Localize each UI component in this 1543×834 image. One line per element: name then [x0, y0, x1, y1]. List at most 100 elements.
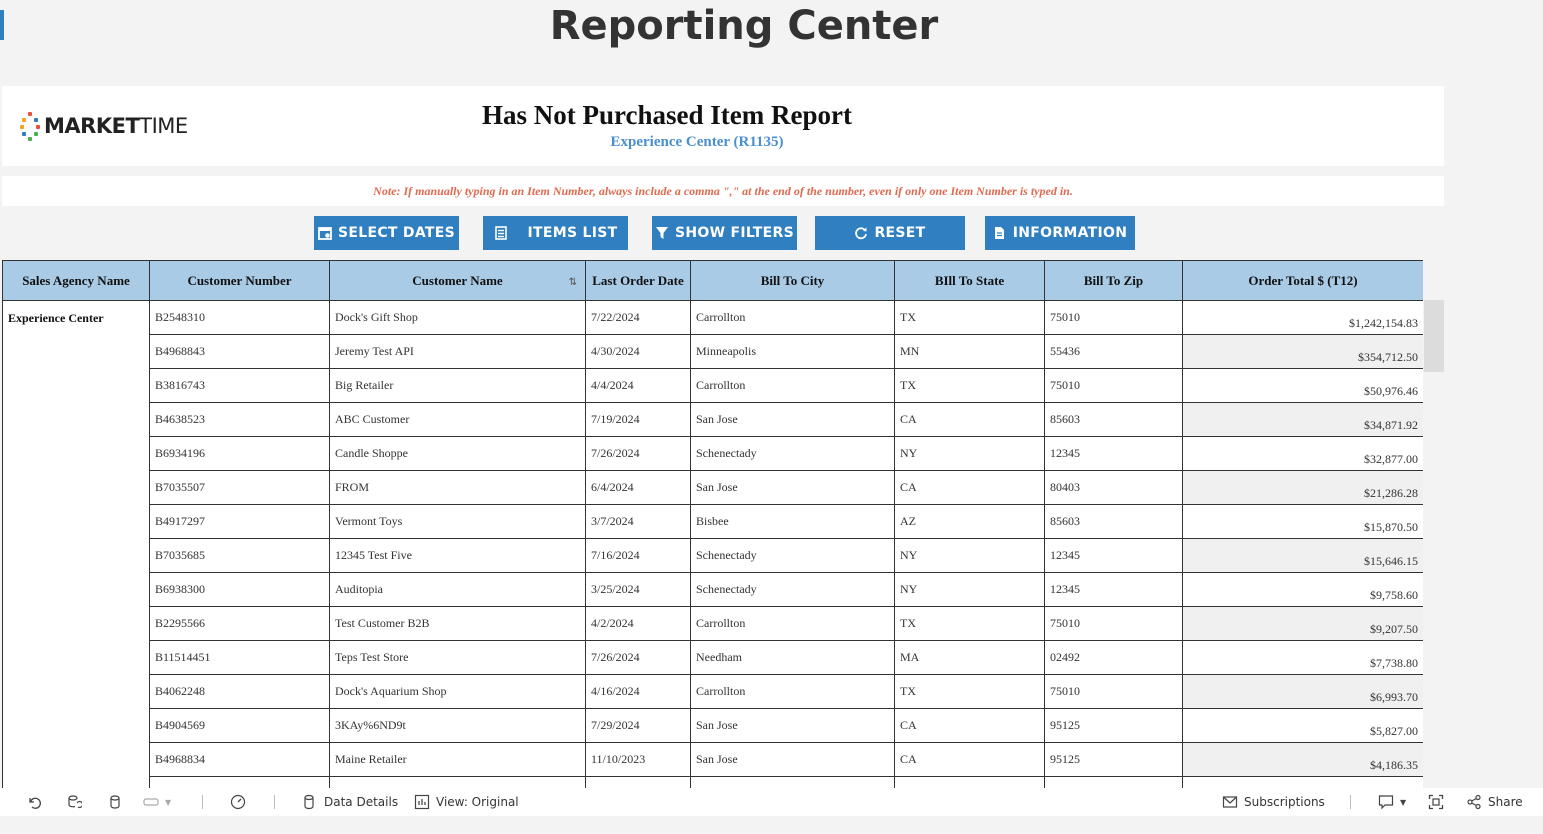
cell-bill-to-city: Carrollton [690, 300, 895, 335]
table-row: B6934196 Candle Shoppe 7/26/2024 Schenectad… [3, 436, 1423, 471]
cell-bill-to-zip: 12345 [1044, 436, 1183, 471]
header-bill-to-zip[interactable]: Bill To Zip [1044, 260, 1183, 301]
cell-order-total: $4,186.35 [1182, 742, 1423, 777]
cell-bill-to-state: CA [894, 708, 1045, 743]
cell-customer-number: B11514451 [149, 640, 330, 675]
refresh-data-button[interactable] [108, 794, 124, 810]
header-order-total[interactable]: Order Total $ (T12) [1182, 260, 1423, 301]
performance-button[interactable] [230, 794, 246, 810]
cell-bill-to-city: Needham [690, 640, 895, 675]
cell-bill-to-city: Carrollton [690, 368, 895, 403]
cell-last-order-date: 11/10/2023 [585, 742, 691, 777]
cell-bill-to-city: San Jose [690, 742, 895, 777]
items-list-button[interactable]: ITEMS LIST [483, 216, 628, 250]
cell-bill-to-state: MA [894, 640, 1045, 675]
cell-bill-to-state: NY [894, 572, 1045, 607]
cell-bill-to-city: Bisbee [690, 504, 895, 539]
cell-bill-to-city [690, 776, 895, 788]
cell-customer-name: ABC Customer [329, 402, 586, 437]
bottom-toolbar: ▼ Data Details View: Original Subscripti… [0, 788, 1543, 816]
cell-customer-name: Auditopia [329, 572, 586, 607]
cell-bill-to-city: Schenectady [690, 436, 895, 471]
report-table: Sales Agency Name Customer Number Custom… [2, 260, 1423, 788]
cell-order-total: $7,738.80 [1182, 640, 1423, 675]
table-row: B4968843 Jeremy Test API 4/30/2024 Minneapo… [3, 334, 1423, 369]
table-row: B4904569 3KAy%6ND9t 7/29/2024 San Jose CA 951… [3, 708, 1423, 743]
reset-button[interactable]: RESET [815, 216, 965, 250]
cell-order-total: $15,870.50 [1182, 504, 1423, 539]
header-sales-agency[interactable]: Sales Agency Name [2, 260, 150, 301]
cylinder-icon [304, 794, 314, 810]
cell-last-order-date: 6/4/2024 [585, 470, 691, 505]
cell-bill-to-zip: 80403 [1044, 470, 1183, 505]
undo-button[interactable] [26, 794, 42, 810]
cell-customer-name: FROM [329, 470, 586, 505]
header-customer-name[interactable]: Customer Name ⇅ [329, 260, 586, 301]
cell-sales-agency: Experience Center [2, 300, 150, 788]
comment-button[interactable]: ▼ [1378, 794, 1406, 810]
header-customer-number[interactable]: Customer Number [149, 260, 330, 301]
page-footer [0, 816, 1543, 834]
revert-button[interactable] [66, 794, 82, 810]
cell-order-total: $1,242,154.83 [1182, 300, 1423, 335]
cell-customer-name: Jeremy Test API [329, 334, 586, 369]
cell-customer-number: B2548310 [149, 300, 330, 335]
cell-bill-to-zip: 02492 [1044, 640, 1183, 675]
cell-customer-name: Candle Shoppe [329, 436, 586, 471]
information-button[interactable]: INFORMATION [985, 216, 1135, 250]
cell-bill-to-zip: 95125 [1044, 742, 1183, 777]
cell-bill-to-city: San Jose [690, 470, 895, 505]
table-row: B11514451 Teps Test Store 7/26/2024 Needham… [3, 640, 1423, 675]
revert-icon [68, 795, 82, 809]
cell-bill-to-state: NY [894, 436, 1045, 471]
fullscreen-icon [1428, 794, 1444, 810]
cell-bill-to-state: CA [894, 402, 1045, 437]
cell-last-order-date: 3/7/2024 [585, 504, 691, 539]
cell-customer-name [329, 776, 586, 788]
cell-order-total: $15,646.15 [1182, 538, 1423, 573]
cell-last-order-date: 7/22/2024 [585, 300, 691, 335]
cell-order-total [1182, 776, 1423, 788]
table-row: B4638523 ABC Customer 7/19/2024 San Jose CA 8… [3, 402, 1423, 437]
cell-last-order-date: 4/30/2024 [585, 334, 691, 369]
header-last-order-date[interactable]: Last Order Date [585, 260, 691, 301]
note-text: Note: If manually typing in an Item Numb… [2, 176, 1444, 206]
cell-last-order-date: 7/19/2024 [585, 402, 691, 437]
fullscreen-button[interactable] [1428, 794, 1444, 810]
show-filters-button[interactable]: SHOW FILTERS [652, 216, 797, 250]
view-original-button[interactable]: View: Original [414, 794, 519, 810]
divider [1350, 795, 1351, 809]
share-button[interactable]: Share [1466, 794, 1523, 810]
scrollbar-thumb[interactable] [1424, 300, 1444, 372]
cell-customer-name: 12345 Test Five [329, 538, 586, 573]
cell-bill-to-city: Minneapolis [690, 334, 895, 369]
refresh-icon [855, 227, 868, 240]
data-details-button[interactable]: Data Details [302, 794, 398, 810]
cell-last-order-date: 3/25/2024 [585, 572, 691, 607]
cell-last-order-date: 7/29/2024 [585, 708, 691, 743]
calendar-icon [318, 227, 332, 240]
document-icon [994, 227, 1004, 239]
divider [202, 795, 203, 809]
cell-bill-to-state: AZ [894, 504, 1045, 539]
cell-customer-name: Maine Retailer [329, 742, 586, 777]
report-title: Has Not Purchased Item Report [482, 100, 852, 130]
header-bill-to-city[interactable]: Bill To City [690, 260, 895, 301]
report-header: MARKETTIME Has Not Purchased Item Report… [2, 86, 1444, 166]
cell-customer-name: Dock's Gift Shop [329, 300, 586, 335]
subscriptions-button[interactable]: Subscriptions [1222, 794, 1325, 810]
sort-icon[interactable]: ⇅ [569, 275, 577, 291]
cell-bill-to-zip: 55436 [1044, 334, 1183, 369]
share-icon [1467, 794, 1481, 810]
header-bill-to-state[interactable]: BIll To State [894, 260, 1045, 301]
cell-order-total: $9,207.50 [1182, 606, 1423, 641]
filter-icon [656, 227, 668, 239]
cell-customer-number [149, 776, 330, 788]
table-row: B7035685 12345 Test Five 7/16/2024 Schenect… [3, 538, 1423, 573]
select-dates-button[interactable]: SELECT DATES [314, 216, 459, 250]
cell-bill-to-zip: 85603 [1044, 402, 1183, 437]
pause-button[interactable]: ▼ [143, 794, 171, 810]
cell-order-total: $354,712.50 [1182, 334, 1423, 369]
table-row: B4917297 Vermont Toys 3/7/2024 Bisbee AZ 8560… [3, 504, 1423, 539]
cell-order-total: $50,976.46 [1182, 368, 1423, 403]
